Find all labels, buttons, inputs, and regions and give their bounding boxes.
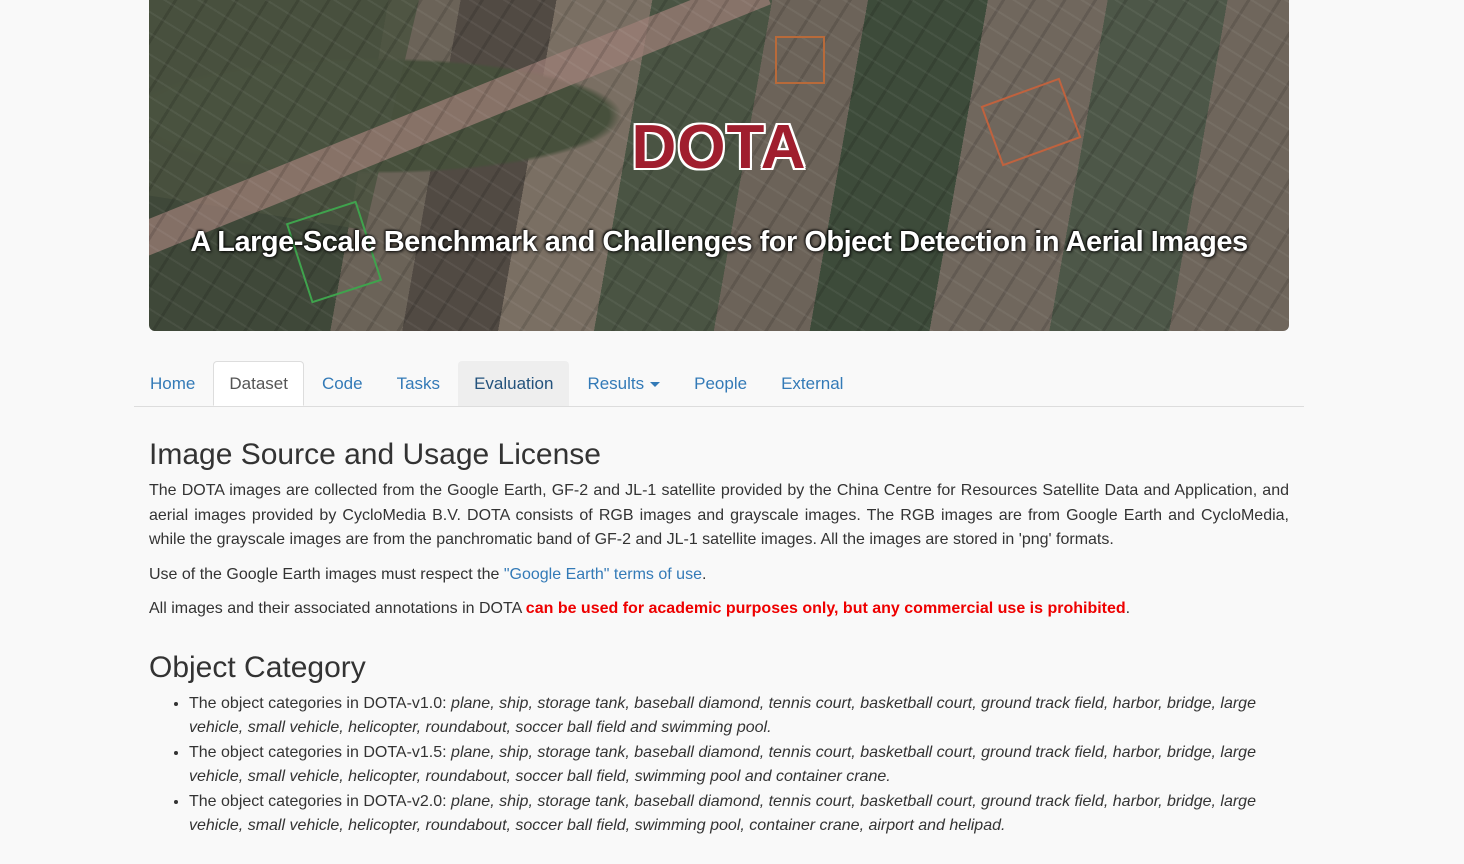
- tab-code-link[interactable]: Code: [306, 361, 379, 406]
- tab-evaluation-link[interactable]: Evaluation: [458, 361, 570, 406]
- tab-tasks[interactable]: Tasks: [381, 361, 458, 407]
- tab-results-link[interactable]: Results: [571, 361, 676, 406]
- license-text: All images and their associated annotati…: [149, 600, 526, 617]
- tab-evaluation[interactable]: Evaluation: [458, 361, 571, 407]
- list-item: The object categories in DOTA-v1.0: plan…: [189, 692, 1289, 741]
- tab-dataset-link[interactable]: Dataset: [213, 361, 304, 406]
- section-heading-category: Object Category: [149, 650, 366, 684]
- annotation-box: [775, 36, 825, 84]
- tab-people-link[interactable]: People: [678, 361, 763, 406]
- nav-tabs: Home Dataset Code Tasks Evaluation Resul…: [134, 361, 1304, 407]
- tab-external-link[interactable]: External: [765, 361, 859, 406]
- dota-logo: DOTA: [631, 113, 807, 182]
- license-paragraph: All images and their associated annotati…: [149, 597, 1289, 622]
- google-earth-paragraph: Use of the Google Earth images must resp…: [149, 563, 1289, 588]
- tab-results[interactable]: Results: [571, 361, 678, 407]
- category-list: The object categories in DOTA-v1.0: plan…: [149, 692, 1289, 839]
- list-item: The object categories in DOTA-v1.5: plan…: [189, 741, 1289, 790]
- license-warning: can be used for academic purposes only, …: [525, 600, 1126, 617]
- tab-people[interactable]: People: [678, 361, 765, 407]
- main-content: Image Source and Usage License The DOTA …: [134, 437, 1304, 839]
- list-item: The object categories in DOTA-v2.0: plan…: [189, 790, 1289, 839]
- tab-code[interactable]: Code: [306, 361, 381, 407]
- source-paragraph: The DOTA images are collected from the G…: [149, 482, 1289, 548]
- google-earth-text: Use of the Google Earth images must resp…: [149, 565, 504, 583]
- license-suffix: .: [1125, 600, 1131, 617]
- header-banner: DOTA A Large-Scale Benchmark and Challen…: [149, 0, 1289, 331]
- category-prefix: The object categories in DOTA-v1.5:: [189, 743, 452, 761]
- section-heading-license: Image Source and Usage License: [149, 438, 601, 471]
- banner-subtitle: A Large-Scale Benchmark and Challenges f…: [190, 226, 1248, 258]
- google-earth-suffix: .: [701, 565, 707, 583]
- caret-down-icon: [650, 382, 661, 388]
- page-container: DOTA A Large-Scale Benchmark and Challen…: [134, 0, 1304, 839]
- tab-results-label: Results: [587, 374, 645, 393]
- tab-home-link[interactable]: Home: [134, 361, 211, 406]
- tab-dataset[interactable]: Dataset: [213, 361, 306, 407]
- tab-external[interactable]: External: [765, 361, 861, 407]
- tab-home[interactable]: Home: [134, 361, 213, 407]
- category-prefix: The object categories in DOTA-v2.0:: [189, 792, 452, 810]
- google-earth-terms-link[interactable]: "Google Earth" terms of use: [504, 566, 702, 583]
- tab-tasks-link[interactable]: Tasks: [381, 361, 456, 406]
- category-prefix: The object categories in DOTA-v1.0:: [189, 694, 452, 712]
